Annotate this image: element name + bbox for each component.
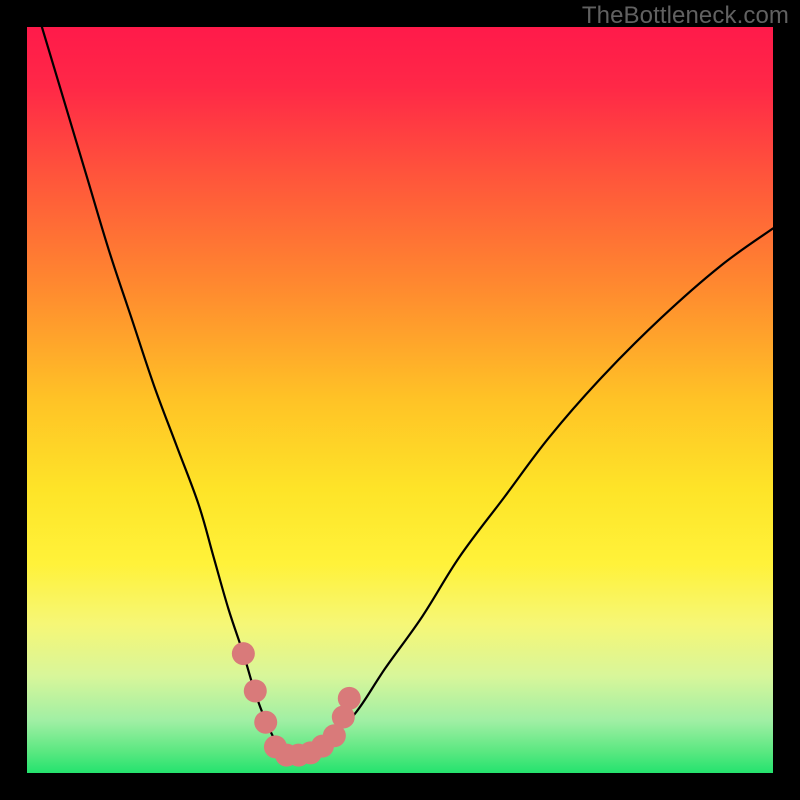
watermark-text: TheBottleneck.com bbox=[582, 2, 789, 30]
bottleneck-chart bbox=[27, 27, 773, 773]
chart-frame: TheBottleneck.com bbox=[0, 0, 800, 800]
curve-marker bbox=[244, 679, 267, 702]
plot-area bbox=[27, 27, 773, 773]
curve-marker bbox=[232, 642, 255, 665]
curve-marker bbox=[338, 687, 361, 710]
gradient-background bbox=[27, 27, 773, 773]
curve-marker bbox=[254, 711, 277, 734]
